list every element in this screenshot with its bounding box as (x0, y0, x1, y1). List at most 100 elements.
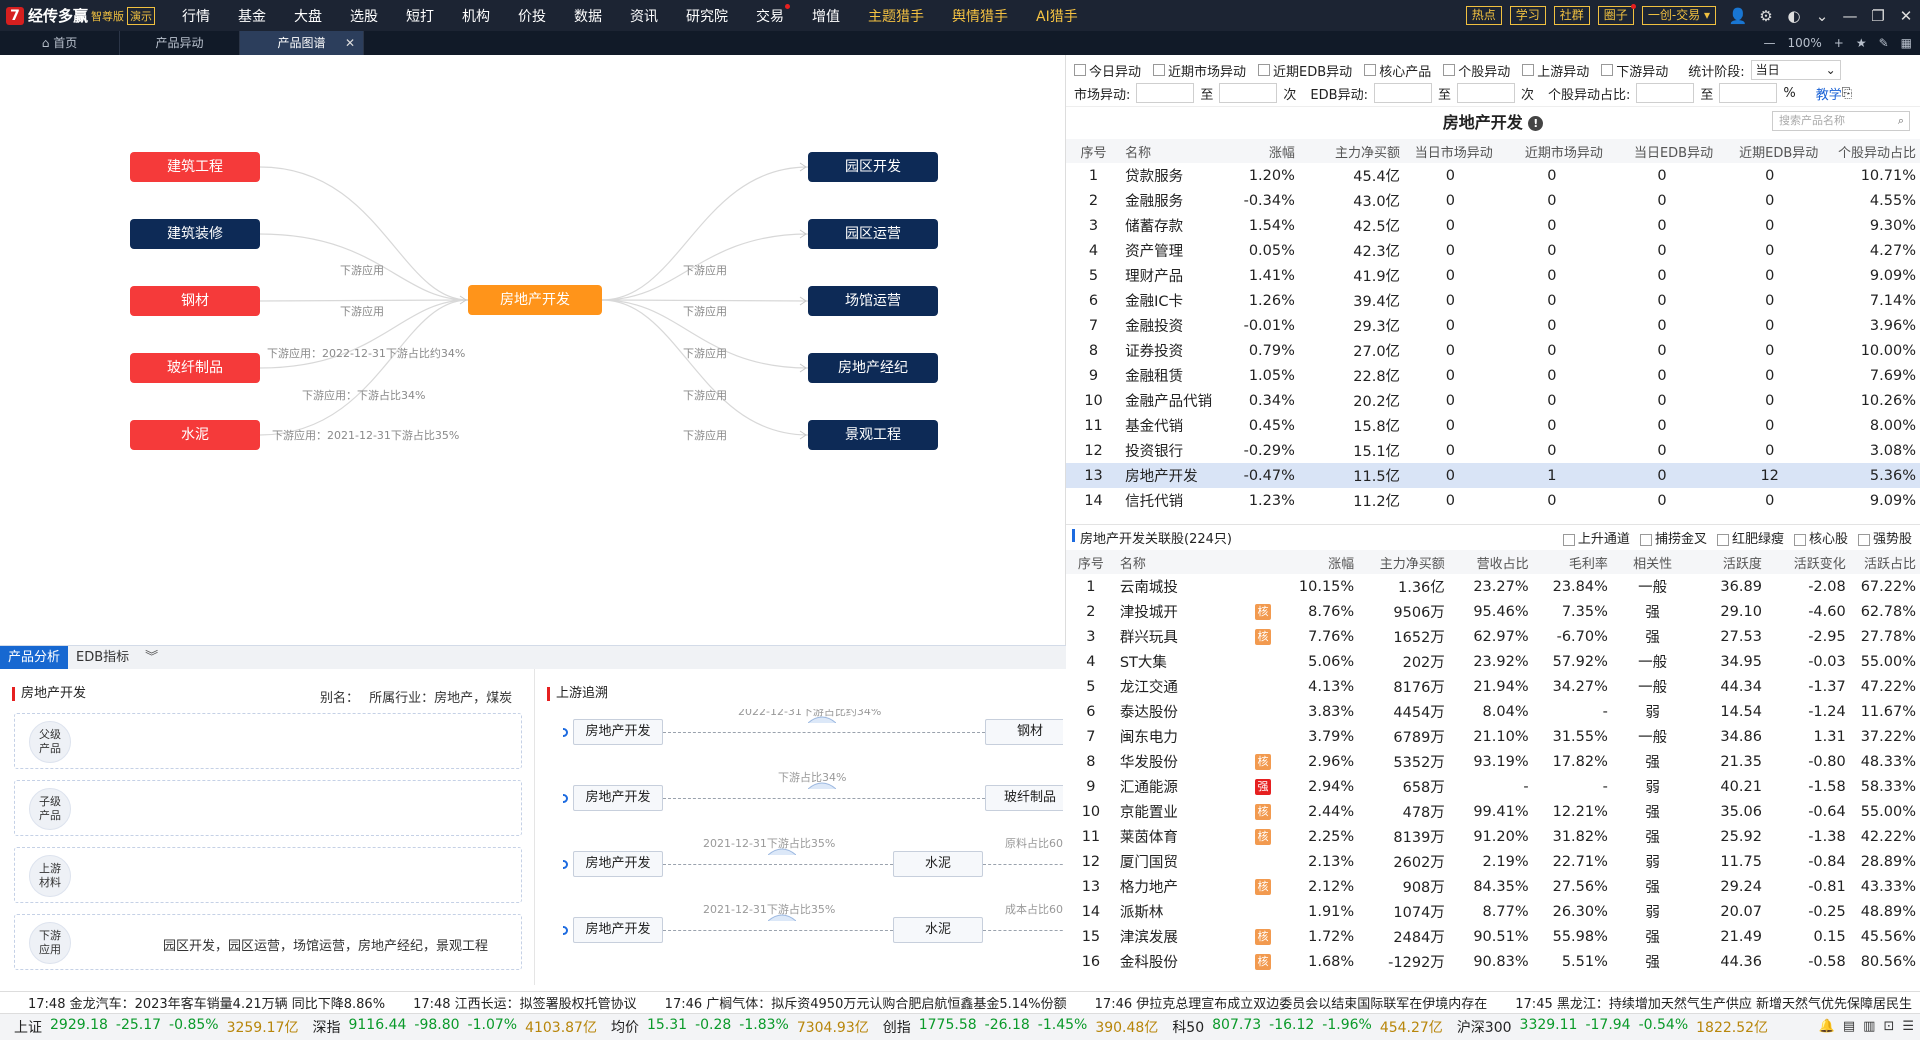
column-header[interactable]: 序号 (1066, 550, 1116, 574)
toolbar-button-2[interactable]: 社群 (1553, 6, 1590, 25)
filter-checkbox-0[interactable]: 今日异动 (1074, 61, 1141, 80)
menu-item-1[interactable]: 基金 (224, 6, 280, 26)
menu-item-13[interactable]: 舆情猎手 (938, 6, 1022, 26)
graph-node-upstream-2[interactable]: 钢材 (130, 286, 260, 316)
table-row[interactable]: 4 ST大集 5.06% 202万 23.92% 57.92% 一般 34.95 -0.03 55… (1066, 649, 1920, 674)
related-option-1[interactable]: 捕捞金叉 (1639, 528, 1707, 547)
menu-item-0[interactable]: 行情 (168, 6, 224, 26)
table-row[interactable]: 11 莱茵体育 核 2.25% 8139万 91.20% 31.82% 强 25.92 -1.38… (1066, 824, 1920, 849)
minimize-icon[interactable]: — (1836, 7, 1864, 25)
menu-item-2[interactable]: 大盘 (280, 6, 336, 26)
news-item[interactable]: 17:48 江西长运：拟签署股权托管协议 (413, 993, 637, 1012)
trace-node-right[interactable]: 玻纤制品 (985, 785, 1063, 811)
table-row[interactable]: 5 龙江交通 4.13% 8176万 21.94% 34.27% 一般 44.34 -1.37 4… (1066, 674, 1920, 699)
related-option-4[interactable]: 强势股 (1857, 528, 1912, 547)
tab-product-analysis[interactable]: 产品分析 (0, 646, 69, 669)
table-row[interactable]: 2 金融服务 -0.34% 43.0亿 0 0 0 0 4.55% (1066, 188, 1920, 213)
table-row[interactable]: 13 格力地产 核 2.12% 908万 84.35% 27.56% 强 29.24 -0.81 4… (1066, 874, 1920, 899)
menu-item-4[interactable]: 短打 (392, 6, 448, 26)
column-header[interactable]: 近期EDB异动 (1717, 139, 1823, 163)
teach-link[interactable]: 教学 (1816, 84, 1842, 103)
graph-node-downstream-0[interactable]: 园区开发 (808, 152, 938, 182)
column-header[interactable]: 主力净买额 (1358, 550, 1449, 574)
related-option-2[interactable]: 红肥绿瘦 (1716, 528, 1784, 547)
filter-range-input[interactable] (1136, 83, 1195, 103)
filter-range-input[interactable] (1719, 83, 1778, 103)
gear-icon[interactable]: ⚙ (1752, 7, 1780, 25)
related-option-3[interactable]: 核心股 (1793, 528, 1848, 547)
tab-home[interactable]: ⌂ 首页 (0, 31, 120, 55)
table-row[interactable]: 13 房地产开发 -0.47% 11.5亿 0 1 0 12 5.36% (1066, 463, 1920, 488)
filter-checkbox-3[interactable]: 核心产品 (1364, 61, 1431, 80)
column-header[interactable]: 个股异动占比 (1822, 139, 1920, 163)
toolbar-button-1[interactable]: 学习 (1509, 6, 1546, 25)
table-row[interactable]: 7 闽东电力 3.79% 6789万 21.10% 31.55% 一般 34.86 1.31 37… (1066, 724, 1920, 749)
chevron-down-icon[interactable]: ⌄ (1808, 7, 1836, 25)
index-quote-5[interactable]: 沪深300 3329.11 -17.94 -0.54% 1822.52亿 (1457, 1017, 1768, 1037)
trace-node-left[interactable]: 房地产开发 (573, 785, 663, 811)
trace-node-right[interactable]: 钢材 (985, 719, 1063, 745)
table-row[interactable]: 12 投资银行 -0.29% 15.1亿 0 0 0 0 3.08% (1066, 438, 1920, 463)
bell-icon[interactable]: 🔔 (1819, 1019, 1835, 1034)
graph-node-upstream-3[interactable]: 玻纤制品 (130, 353, 260, 383)
table-row[interactable]: 16 金科股份 核 1.68% -1292万 90.83% 5.51% 强 44.36 -0.58… (1066, 949, 1920, 974)
graph-node-upstream-0[interactable]: 建筑工程 (130, 152, 260, 182)
index-quote-2[interactable]: 均价 15.31 -0.28 -1.83% 7304.93亿 (611, 1017, 869, 1037)
tab-edb-indicator[interactable]: EDB指标 (68, 646, 137, 669)
table-row[interactable]: 2 津投城开 核 8.76% 9506万 95.46% 7.35% 强 29.10 -4.60 62… (1066, 599, 1920, 624)
table-row[interactable]: 3 储蓄存款 1.54% 42.5亿 0 0 0 0 9.30% (1066, 213, 1920, 238)
column-header[interactable]: 名称 (1115, 550, 1243, 574)
graph-node-downstream-2[interactable]: 场馆运营 (808, 286, 938, 316)
menu-icon[interactable]: ☰ (1902, 1019, 1914, 1034)
trace-node-right[interactable]: 水泥 (893, 851, 983, 877)
column-header[interactable]: 序号 (1066, 139, 1122, 163)
stage-select[interactable]: 当日 ⌄ (1750, 60, 1841, 80)
filter-checkbox-4[interactable]: 个股异动 (1443, 61, 1510, 80)
table-row[interactable]: 10 京能置业 核 2.44% 478万 99.41% 12.21% 强 35.06 -0.64 5… (1066, 799, 1920, 824)
restore-icon[interactable]: ❐ (1864, 7, 1892, 25)
column-header[interactable]: 当日市场异动 (1404, 139, 1497, 163)
filter-checkbox-1[interactable]: 近期市场异动 (1153, 61, 1246, 80)
column-header[interactable]: 活跃变化 (1765, 550, 1850, 574)
product-search-input[interactable]: 搜索产品名称 ⌕ (1772, 111, 1910, 131)
trace-node-left[interactable]: 房地产开发 (573, 719, 663, 745)
menu-item-5[interactable]: 机构 (448, 6, 504, 26)
column-header[interactable]: 涨幅 (1283, 550, 1359, 574)
menu-item-11[interactable]: 增值 (798, 6, 854, 26)
table-row[interactable]: 8 华发股份 核 2.96% 5352万 93.19% 17.82% 强 21.35 -0.80 4… (1066, 749, 1920, 774)
graph-node-center[interactable]: 房地产开发 (468, 285, 602, 315)
trace-node-right[interactable]: 水泥 (893, 917, 983, 943)
menu-item-12[interactable]: 主题猎手 (854, 6, 938, 26)
zoom-in-icon[interactable]: + (1834, 36, 1844, 50)
column-header[interactable]: 活跃占比 (1849, 550, 1920, 574)
column-header[interactable]: 营收占比 (1448, 550, 1533, 574)
column-header[interactable]: 毛利率 (1532, 550, 1612, 574)
filter-checkbox-5[interactable]: 上游异动 (1522, 61, 1589, 80)
table-row[interactable]: 6 泰达股份 3.83% 4454万 8.04% - 弱 14.54 -1.24 11.67% (1066, 699, 1920, 724)
related-option-0[interactable]: 上升通道 (1562, 528, 1630, 547)
tab-close-icon[interactable]: ✕ (345, 31, 355, 55)
menu-item-10[interactable]: 交易 (742, 3, 798, 26)
filter-range-input[interactable] (1219, 83, 1278, 103)
graph-node-downstream-4[interactable]: 景观工程 (808, 420, 938, 450)
table-row[interactable]: 11 基金代销 0.45% 15.8亿 0 0 0 0 8.00% (1066, 413, 1920, 438)
graph-node-upstream-4[interactable]: 水泥 (130, 420, 260, 450)
table-row[interactable]: 10 金融产品代销 0.34% 20.2亿 0 0 0 0 10.26% (1066, 388, 1920, 413)
table-row[interactable]: 14 派斯林 1.91% 1074万 8.77% 26.30% 弱 20.07 -0.25 48.… (1066, 899, 1920, 924)
filter-range-input[interactable] (1456, 83, 1515, 103)
search-icon[interactable]: ⌕ (1898, 112, 1904, 130)
news-item[interactable]: 17:46 伊拉克总理宣布成立双边委员会以结束国际联军在伊境内存在 (1095, 993, 1488, 1012)
menu-item-8[interactable]: 资讯 (616, 6, 672, 26)
column-header[interactable]: 主力净买额 (1298, 139, 1405, 163)
table-row[interactable]: 7 金融投资 -0.01% 29.3亿 0 0 0 0 3.96% (1066, 313, 1920, 338)
table-row[interactable]: 9 汇通能源 强 2.94% 658万 - - 弱 40.21 -1.58 58.33% (1066, 774, 1920, 799)
table-row[interactable]: 9 金融租赁 1.05% 22.8亿 0 0 0 0 7.69% (1066, 363, 1920, 388)
column-header[interactable]: 涨幅 (1226, 139, 1299, 163)
column-header[interactable]: 当日EDB异动 (1606, 139, 1718, 163)
calendar-icon[interactable]: ▤ (1843, 1019, 1855, 1034)
tab-product-anomaly[interactable]: 产品异动 (120, 31, 240, 55)
table-row[interactable]: 1 云南城投 10.15% 1.36亿 23.27% 23.84% 一般 36.89 -2.08… (1066, 574, 1920, 599)
close-icon[interactable]: ✕ (1892, 7, 1920, 25)
table-row[interactable]: 1 贷款服务 1.20% 45.4亿 0 0 0 0 10.71% (1066, 163, 1920, 188)
export-icon[interactable]: ⎘ (1842, 86, 1852, 101)
